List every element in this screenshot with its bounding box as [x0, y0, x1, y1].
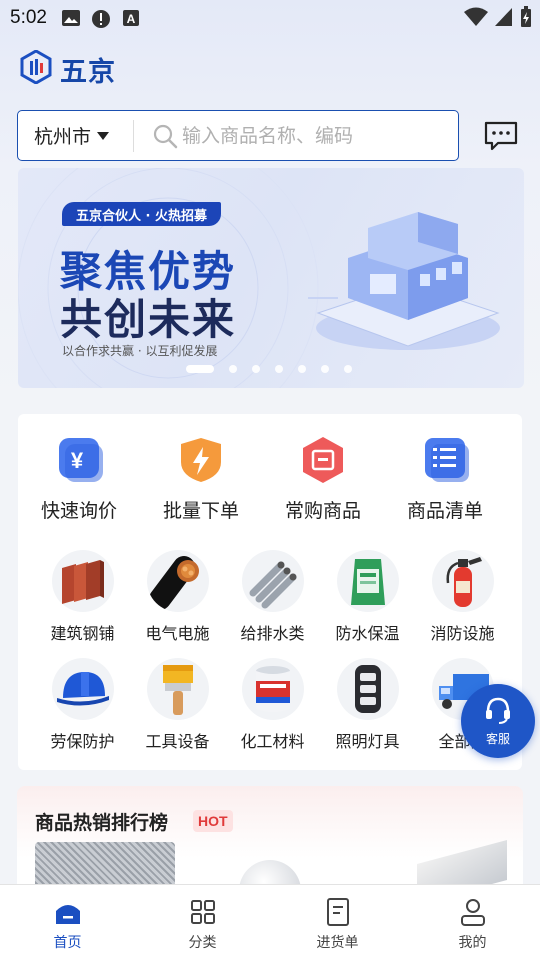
category-label: 照明灯具	[335, 732, 400, 751]
paint-brush-icon	[146, 658, 209, 720]
category-label: 防水保温	[335, 624, 400, 643]
category-label: 建筑钢铺	[50, 624, 115, 643]
quick-action-label: 商品清单	[406, 500, 483, 522]
carousel-dot[interactable]	[298, 365, 306, 373]
quick-entry-card: ¥ 快速询价 批量下单 常购商品 商品清单 建筑钢铺 电气电施 给排水类 防水保…	[18, 414, 522, 770]
nav-label: 首页	[53, 935, 82, 951]
yen-icon: ¥	[53, 434, 105, 486]
status-bar: 5:02 A	[0, 0, 540, 36]
quick-action-label: 批量下单	[162, 500, 239, 522]
quick-actions-row: ¥ 快速询价 批量下单 常购商品 商品清单	[18, 434, 522, 523]
quick-action-frequent[interactable]: 常购商品	[262, 434, 384, 523]
category-lighting[interactable]: 照明灯具	[320, 658, 415, 752]
app-header: 五京	[20, 49, 116, 88]
category-tools[interactable]: 工具设备	[130, 658, 225, 752]
city-label: 杭州市	[34, 126, 92, 148]
message-icon	[484, 121, 518, 156]
svg-text:¥: ¥	[71, 448, 84, 473]
safety-helmet-icon	[51, 658, 114, 720]
carousel-dot[interactable]	[186, 365, 214, 373]
user-icon	[458, 897, 488, 927]
category-fire-safety[interactable]: 消防设施	[415, 550, 510, 644]
cart-box-icon	[297, 434, 349, 486]
quick-action-bulk-order[interactable]: 批量下单	[140, 434, 262, 523]
home-icon	[53, 897, 83, 927]
carousel-dot[interactable]	[229, 365, 237, 373]
nav-label: 我的	[458, 935, 487, 951]
signal-icon	[494, 7, 514, 32]
brand-logo-icon	[20, 49, 52, 88]
light-fixture-icon	[336, 658, 399, 720]
list-icon	[419, 434, 471, 486]
fire-extinguisher-icon	[431, 550, 494, 612]
caret-down-icon	[97, 131, 110, 140]
waterproof-bag-icon	[336, 550, 399, 612]
customer-service-button[interactable]: 客服	[461, 684, 535, 758]
message-button[interactable]	[484, 120, 518, 152]
nav-profile[interactable]: 我的	[405, 885, 540, 960]
customer-service-label: 客服	[485, 731, 510, 746]
brand-name: 五京	[60, 56, 116, 87]
category-waterproof[interactable]: 防水保温	[320, 550, 415, 644]
banner-headline-2: 共创未来	[60, 295, 237, 344]
svg-text:A: A	[127, 12, 136, 26]
banner-subtitle: 以合作求共赢 · 以互利促发展	[62, 344, 218, 358]
order-sheet-icon	[323, 897, 353, 927]
wifi-icon	[464, 7, 488, 32]
search-bar: 杭州市	[17, 110, 459, 161]
nav-order-sheet[interactable]: 进货单	[270, 885, 405, 960]
search-input[interactable]	[182, 124, 442, 147]
category-labor-protection[interactable]: 劳保防护	[35, 658, 130, 752]
headset-icon	[483, 696, 513, 728]
a-notification-icon: A	[121, 9, 141, 27]
category-label: 消防设施	[430, 624, 495, 643]
nav-label: 进货单	[316, 935, 359, 951]
category-building-steel[interactable]: 建筑钢铺	[35, 550, 130, 644]
hot-badge: HOT	[193, 810, 233, 832]
category-label: 化工材料	[240, 732, 305, 751]
grid-icon	[188, 897, 218, 927]
category-label: 工具设备	[145, 732, 210, 751]
quick-action-label: 常购商品	[284, 500, 361, 522]
battery-icon	[520, 6, 532, 33]
category-plumbing[interactable]: 给排水类	[225, 550, 320, 644]
hot-ranking-title: 商品热销排行榜	[35, 812, 169, 834]
bottom-navigation: 首页 分类 进货单 我的	[0, 884, 540, 960]
carousel-dot[interactable]	[321, 365, 329, 373]
category-row-2: 劳保防护 工具设备 化工材料 照明灯具 全部分	[18, 658, 522, 752]
alert-notification-icon	[91, 9, 111, 28]
category-electrical[interactable]: 电气电施	[130, 550, 225, 644]
cable-icon	[146, 550, 209, 612]
quick-action-label: 快速询价	[40, 500, 117, 522]
building-illustration-icon	[308, 188, 508, 358]
steel-plates-icon	[51, 550, 114, 612]
nav-category[interactable]: 分类	[135, 885, 270, 960]
nav-home[interactable]: 首页	[0, 885, 135, 960]
promo-banner[interactable]: 五京合伙人 · 火热招募 聚焦优势 共创未来 以合作求共赢 · 以互利促发展	[18, 168, 524, 388]
carousel-dot[interactable]	[252, 365, 260, 373]
pipes-icon	[241, 550, 304, 612]
nav-label: 分类	[188, 935, 217, 951]
carousel-indicators	[186, 365, 352, 373]
city-selector[interactable]: 杭州市	[18, 119, 134, 152]
category-label: 给排水类	[240, 624, 305, 643]
lightning-shield-icon	[175, 434, 227, 486]
quick-action-inquiry[interactable]: ¥ 快速询价	[18, 434, 140, 523]
category-label: 劳保防护	[50, 732, 115, 751]
carousel-dot[interactable]	[344, 365, 352, 373]
status-time: 5:02	[10, 7, 47, 28]
carousel-dot[interactable]	[275, 365, 283, 373]
category-chemical[interactable]: 化工材料	[225, 658, 320, 752]
category-row-1: 建筑钢铺 电气电施 给排水类 防水保温 消防设施	[18, 550, 522, 644]
quick-action-list[interactable]: 商品清单	[384, 434, 506, 523]
image-notification-icon	[61, 9, 81, 27]
category-label: 电气电施	[145, 624, 210, 643]
banner-tag: 五京合伙人 · 火热招募	[62, 202, 221, 226]
search-icon	[152, 123, 178, 149]
paint-bucket-icon	[241, 658, 304, 720]
